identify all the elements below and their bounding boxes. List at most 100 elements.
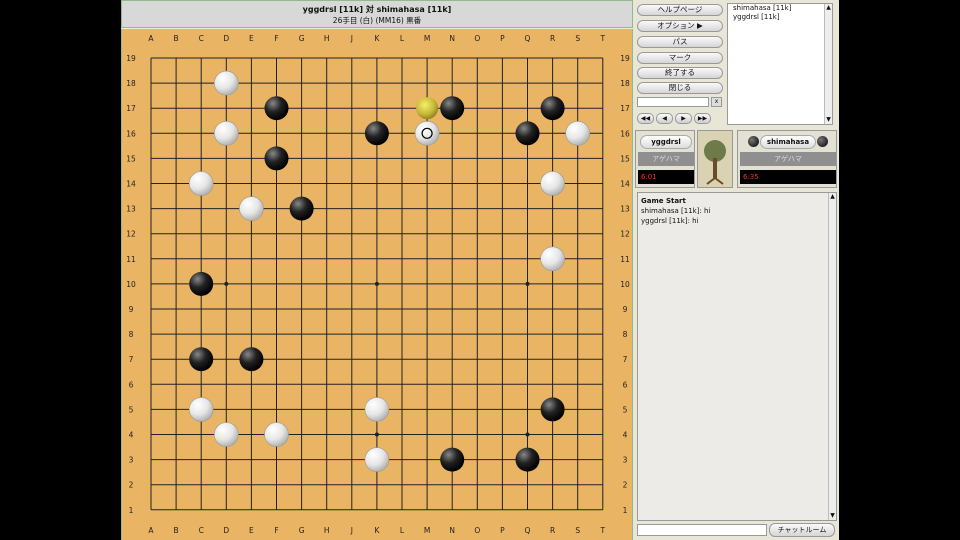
chat-line: Game Start (641, 197, 686, 205)
star-point (224, 281, 229, 286)
white-stone (188, 171, 214, 196)
options-button[interactable]: オプション ▶ (637, 20, 723, 32)
go-board[interactable]: AABBCCDDEEFFGGHHJJKKLLMMNNOOPPQQRRSSTT19… (122, 29, 632, 540)
row-label: 9 (623, 305, 628, 314)
column-label: L (400, 34, 405, 43)
pass-button[interactable]: パス (637, 36, 723, 48)
row-label: 16 (126, 129, 136, 138)
scroll-down-icon[interactable]: ▼ (829, 512, 836, 520)
column-label: O (474, 34, 480, 43)
scroll-up-icon[interactable]: ▲ (829, 193, 836, 201)
column-label: G (299, 34, 305, 43)
chat-input[interactable] (637, 524, 767, 536)
black-stone-icon (748, 136, 759, 147)
black-stone (540, 397, 565, 422)
column-label: R (550, 34, 555, 43)
last-move-button[interactable]: ▶▶ (694, 113, 711, 124)
column-label: E (249, 34, 254, 43)
row-label: 18 (126, 79, 136, 88)
hover-stone-marker (416, 97, 439, 120)
column-label: C (199, 526, 204, 535)
chat-scrollbar[interactable]: ▲ ▼ (828, 193, 836, 520)
row-label: 10 (126, 280, 136, 289)
row-label: 19 (620, 54, 630, 63)
column-label: F (274, 34, 278, 43)
game-status: 26手目 (白) (MM16) 黒番 (332, 16, 422, 25)
player-name-white: yggdrsl (640, 135, 692, 149)
row-label: 2 (129, 481, 134, 490)
column-label: J (350, 526, 353, 535)
column-label: G (299, 526, 305, 535)
column-label: N (449, 34, 455, 43)
row-label: 13 (620, 205, 630, 214)
white-stone (188, 397, 214, 422)
column-label: K (374, 34, 380, 43)
mark-button[interactable]: マーク (637, 52, 723, 64)
column-label: H (324, 526, 330, 535)
column-label: T (600, 526, 606, 535)
finish-button[interactable]: 終了する (637, 67, 723, 79)
star-point (374, 432, 379, 437)
game-header: yggdrsl [11k] 対 shimahasa [11k] 26手目 (白)… (121, 0, 633, 28)
next-move-button[interactable]: ▶ (675, 113, 692, 124)
side-panel: ヘルプページ オプション ▶ パス マーク 終了する 閉じる x ◀◀ ◀ ▶ … (633, 0, 839, 540)
white-stone (414, 121, 440, 146)
scroll-down-icon[interactable]: ▼ (825, 116, 832, 124)
row-label: 4 (623, 431, 628, 440)
player-list-scrollbar[interactable]: ▲ ▼ (824, 4, 832, 124)
column-label: K (374, 526, 380, 535)
black-stone (264, 146, 289, 171)
prev-move-button[interactable]: ◀ (656, 113, 673, 124)
row-label: 13 (126, 205, 136, 214)
row-label: 10 (620, 280, 630, 289)
white-stone (264, 422, 289, 447)
white-stone (214, 121, 239, 146)
white-stone (214, 422, 239, 447)
row-label: 8 (623, 330, 628, 339)
black-stone (189, 347, 214, 372)
column-label: R (550, 526, 555, 535)
go-board-area[interactable]: A A B B C C D D E E F F G G H H J J K K L L M M N N O O P P Q Q R R S S T T 19… (121, 29, 633, 540)
chat-line: yggdrsl [11k]: hi (641, 217, 699, 225)
black-stone (540, 96, 565, 121)
close-button[interactable]: 閉じる (637, 82, 723, 94)
first-move-button[interactable]: ◀◀ (637, 113, 654, 124)
column-label: N (449, 526, 455, 535)
row-label: 1 (623, 506, 628, 515)
player-list-item[interactable]: shimahasa [11k] (728, 4, 832, 13)
row-label: 1 (129, 506, 134, 515)
column-label: T (600, 34, 606, 43)
column-label: D (223, 34, 229, 43)
white-stone (540, 171, 565, 196)
row-label: 11 (620, 255, 630, 264)
row-label: 12 (620, 230, 630, 239)
player-list[interactable]: shimahasa [11k] yggdrsl [11k] ▲ ▼ (727, 3, 833, 125)
clock-black: 6:35 (740, 170, 836, 184)
chat-room-button[interactable]: チャットルーム (769, 523, 835, 537)
row-label: 15 (620, 154, 630, 163)
captures-black: アゲハマ (740, 152, 836, 166)
row-label: 2 (623, 481, 628, 490)
help-button[interactable]: ヘルプページ (637, 4, 723, 16)
scroll-up-icon[interactable]: ▲ (825, 4, 832, 12)
row-label: 11 (126, 255, 136, 264)
column-label: B (174, 34, 179, 43)
black-stone (189, 271, 214, 296)
row-label: 9 (129, 305, 134, 314)
black-stone (364, 121, 389, 146)
move-input[interactable] (637, 97, 709, 107)
column-label: D (223, 526, 229, 535)
chat-log[interactable]: Game Start shimahasa [11k]: hi yggdrsl [… (637, 192, 837, 521)
black-stone (239, 347, 264, 372)
row-label: 6 (129, 380, 134, 389)
player-list-item[interactable]: yggdrsl [11k] (728, 13, 832, 22)
column-label: P (500, 526, 505, 535)
input-clear-button[interactable]: x (711, 97, 722, 107)
black-stone (264, 96, 289, 121)
star-point (525, 432, 530, 437)
white-stone (565, 121, 591, 146)
column-label: O (474, 526, 480, 535)
row-label: 14 (620, 180, 630, 189)
row-label: 5 (623, 405, 628, 414)
row-label: 14 (126, 180, 136, 189)
